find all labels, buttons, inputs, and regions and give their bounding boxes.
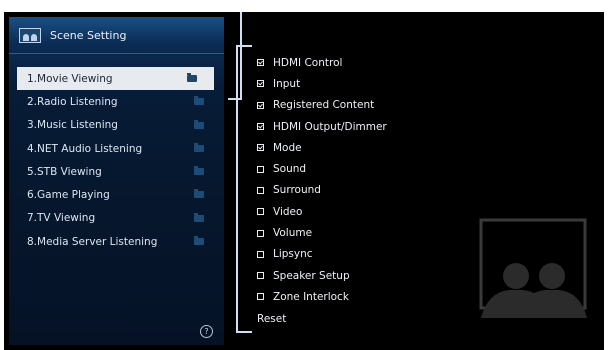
scene-list: 1.Movie Viewing 2.Radio Listening 3.Musi…	[9, 67, 224, 253]
scene-item-label: 7.TV Viewing	[27, 212, 96, 225]
checkbox-checked[interactable]	[257, 80, 264, 88]
scene-item-5[interactable]: 5.STB Viewing	[9, 160, 224, 183]
help-icon[interactable]: ?	[200, 325, 213, 338]
scene-item-7[interactable]: 7.TV Viewing	[9, 207, 224, 230]
option-zone-interlock[interactable]: Zone Interlock	[257, 286, 457, 307]
scene-item-label: 3.Music Listening	[27, 119, 118, 132]
checkbox-unchecked[interactable]	[257, 293, 264, 301]
scene-item-3[interactable]: 3.Music Listening	[9, 114, 224, 137]
option-label: Input	[273, 77, 301, 90]
option-label: Volume	[273, 227, 313, 240]
folder-icon	[194, 142, 204, 152]
option-lipsync[interactable]: Lipsync	[257, 244, 457, 265]
option-label: HDMI Output/Dimmer	[273, 120, 387, 133]
checkbox-checked[interactable]	[257, 144, 264, 152]
sidebar-title: Scene Setting	[50, 28, 127, 42]
option-label: Lipsync	[273, 248, 313, 261]
option-label: Zone Interlock	[273, 290, 349, 303]
scene-item-8[interactable]: 8.Media Server Listening	[9, 230, 224, 253]
folder-icon	[194, 166, 204, 176]
checkbox-unchecked[interactable]	[257, 165, 264, 173]
scene-item-6[interactable]: 6.Game Playing	[9, 183, 224, 206]
option-hdmi-output-dimmer[interactable]: HDMI Output/Dimmer	[257, 116, 457, 137]
reset-label: Reset	[257, 312, 287, 325]
checkbox-unchecked[interactable]	[257, 229, 264, 237]
option-label: Mode	[273, 141, 302, 154]
option-label: Video	[273, 205, 303, 218]
option-label: Registered Content	[273, 99, 375, 112]
option-registered-content[interactable]: Registered Content	[257, 95, 457, 116]
option-sound[interactable]: Sound	[257, 158, 457, 179]
scene-item-label: 8.Media Server Listening	[27, 235, 158, 248]
reset-button[interactable]: Reset	[257, 308, 457, 330]
folder-icon	[187, 73, 197, 82]
option-label: HDMI Control	[273, 56, 343, 69]
option-label: Surround	[273, 184, 321, 197]
option-label: Speaker Setup	[273, 269, 350, 282]
checkbox-checked[interactable]	[257, 59, 264, 67]
checkbox-checked[interactable]	[257, 123, 264, 131]
screen: Scene Setting 1.Movie Viewing 2.Radio Li…	[4, 12, 604, 350]
scene-item-1[interactable]: 1.Movie Viewing	[17, 67, 214, 91]
folder-icon	[194, 189, 204, 199]
folder-icon	[194, 236, 204, 246]
folder-icon	[194, 96, 204, 106]
scene-sidebar: Scene Setting 1.Movie Viewing 2.Radio Li…	[9, 17, 224, 345]
option-video[interactable]: Video	[257, 201, 457, 222]
sidebar-header: Scene Setting	[9, 17, 224, 54]
scene-item-label: 1.Movie Viewing	[27, 72, 113, 85]
checkbox-unchecked[interactable]	[257, 272, 264, 280]
option-label: Sound	[273, 163, 307, 176]
option-volume[interactable]: Volume	[257, 222, 457, 243]
scene-item-label: 2.Radio Listening	[27, 95, 118, 108]
option-speaker-setup[interactable]: Speaker Setup	[257, 265, 457, 286]
scene-item-4[interactable]: 4.NET Audio Listening	[9, 137, 224, 160]
scene-setting-icon	[19, 27, 41, 43]
checkbox-checked[interactable]	[257, 101, 264, 109]
options-bracket	[236, 45, 252, 333]
option-input[interactable]: Input	[257, 73, 457, 94]
checkbox-unchecked[interactable]	[257, 250, 264, 258]
scene-item-label: 4.NET Audio Listening	[27, 142, 143, 155]
folder-icon	[194, 212, 204, 222]
option-mode[interactable]: Mode	[257, 137, 457, 158]
options-list: HDMI Control Input Registered Content HD…	[257, 52, 457, 330]
scene-item-2[interactable]: 2.Radio Listening	[9, 90, 224, 113]
checkbox-unchecked[interactable]	[257, 186, 264, 194]
option-hdmi-control[interactable]: HDMI Control	[257, 52, 457, 73]
checkbox-unchecked[interactable]	[257, 208, 264, 216]
folder-icon	[194, 119, 204, 129]
scene-item-label: 6.Game Playing	[27, 189, 110, 202]
scene-viewers-icon	[479, 218, 587, 318]
scene-item-label: 5.STB Viewing	[27, 165, 102, 178]
option-surround[interactable]: Surround	[257, 180, 457, 201]
